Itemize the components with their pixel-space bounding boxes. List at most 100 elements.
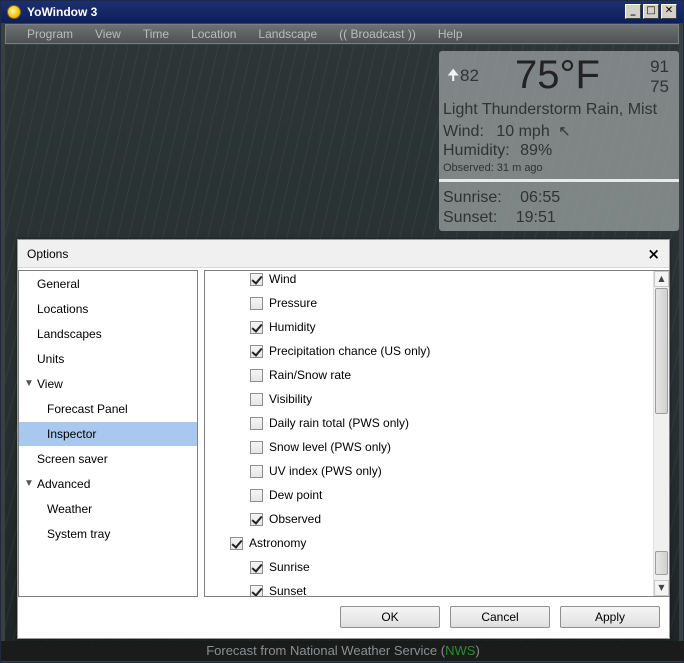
checkbox[interactable] [250, 368, 263, 382]
option-humidity[interactable]: Humidity [250, 317, 316, 337]
option-pressure[interactable]: Pressure [250, 293, 317, 313]
vertical-scrollbar[interactable]: ▲ ▼ [653, 271, 669, 596]
menu-time[interactable]: Time [143, 27, 169, 41]
option-rain-snow-rate[interactable]: Rain/Snow rate [250, 365, 351, 385]
option-label: Sunset [269, 584, 307, 597]
menu-broadcast[interactable]: (( Broadcast )) [339, 27, 416, 41]
weather-inspector-panel[interactable]: 🠉 82 75°F 91 75 Light Thunderstorm Rain,… [439, 51, 679, 231]
option-sunset[interactable]: Sunset [250, 581, 307, 597]
humidity-label: Humidity: [443, 142, 510, 159]
nav-item-label: System tray [47, 527, 111, 541]
option-observed[interactable]: Observed [250, 509, 321, 529]
maximize-button[interactable]: □ [643, 4, 659, 19]
scrollbar-thumb-lower[interactable] [655, 551, 668, 575]
option-dew-point[interactable]: Dew point [250, 485, 322, 505]
nav-item-weather[interactable]: Weather [19, 497, 197, 521]
option-label: Snow level (PWS only) [269, 440, 392, 454]
option-astronomy[interactable]: Astronomy [230, 533, 306, 553]
close-icon[interactable]: × [647, 245, 660, 263]
minimize-button[interactable]: _ [625, 4, 641, 19]
checkbox[interactable] [250, 560, 263, 574]
nav-item-units[interactable]: Units [19, 347, 197, 371]
nav-item-label: General [37, 277, 80, 291]
nav-item-label: View [37, 377, 63, 391]
scroll-up-icon[interactable]: ▲ [654, 271, 669, 287]
nav-item-label: Screen saver [37, 452, 108, 466]
forecast-source-suffix: ) [475, 643, 480, 658]
title-bar[interactable]: YoWindow 3 _ □ ✕ [1, 1, 683, 23]
wind-label: Wind: [443, 123, 484, 140]
option-label: Visibility [269, 392, 313, 406]
checkbox[interactable] [230, 536, 243, 550]
nav-item-inspector[interactable]: Inspector [19, 422, 197, 446]
nav-item-forecast-panel[interactable]: Forecast Panel [19, 397, 197, 421]
menu-program[interactable]: Program [27, 27, 73, 41]
checkbox[interactable] [250, 512, 263, 526]
nav-item-advanced[interactable]: ▼ Advanced [19, 472, 197, 496]
forecast-source-prefix: Forecast from National Weather Service ( [206, 643, 446, 658]
menu-view[interactable]: View [95, 27, 121, 41]
ok-button[interactable]: OK [340, 606, 440, 628]
nav-item-system-tray[interactable]: System tray [19, 522, 197, 546]
nav-item-view[interactable]: ▼ View [19, 372, 197, 396]
up-arrow-icon: 🠉 [447, 66, 460, 84]
option-label: Humidity [269, 320, 316, 334]
sunrise-row: Sunrise: 06:55 [443, 189, 560, 207]
options-dialog: Options × General Locations Landscapes Unit… [17, 239, 670, 639]
wind-value: 10 mph [496, 123, 550, 140]
scrollbar-thumb[interactable] [655, 288, 668, 414]
nav-item-screen-saver[interactable]: Screen saver [19, 447, 197, 471]
menu-landscape[interactable]: Landscape [258, 27, 317, 41]
option-label: Precipitation chance (US only) [269, 344, 431, 358]
expand-arrow-icon[interactable]: ▼ [24, 372, 34, 396]
low-temperature: 75 [650, 77, 669, 96]
checkbox[interactable] [250, 440, 263, 454]
weather-condition: Light Thunderstorm Rain, Mist [443, 101, 658, 118]
expand-arrow-icon[interactable]: ▼ [24, 472, 34, 496]
options-nav-tree: General Locations Landscapes Units ▼ View Fore… [18, 270, 198, 597]
option-label: Sunrise [269, 560, 310, 574]
checkbox[interactable] [250, 464, 263, 478]
nav-item-landscapes[interactable]: Landscapes [19, 322, 197, 346]
window-title: YoWindow 3 [27, 5, 98, 19]
apply-button[interactable]: Apply [560, 606, 660, 628]
sun-icon [7, 5, 21, 19]
scroll-down-icon[interactable]: ▼ [654, 580, 669, 596]
window-controls: _ □ ✕ [625, 4, 677, 19]
feels-like-temp: 82 [460, 66, 479, 85]
option-label: Wind [269, 272, 297, 286]
option-label: Astronomy [249, 536, 307, 550]
wind-row: Wind: 10 mph ↖ [443, 122, 571, 141]
nav-item-label: Landscapes [37, 327, 102, 341]
checkbox[interactable] [250, 416, 263, 430]
checkbox[interactable] [250, 488, 263, 502]
forecast-source-link[interactable]: NWS [445, 643, 475, 658]
panel-divider [439, 179, 679, 182]
option-daily-rain-total-pws-only[interactable]: Daily rain total (PWS only) [250, 413, 409, 433]
option-uv-index-pws-only[interactable]: UV index (PWS only) [250, 461, 382, 481]
menu-location[interactable]: Location [191, 27, 236, 41]
dialog-header[interactable]: Options × [18, 240, 669, 268]
sunset-label: Sunset: [443, 209, 498, 226]
checkbox[interactable] [250, 392, 263, 406]
option-wind[interactable]: Wind [250, 271, 297, 289]
nav-item-label: Locations [37, 302, 89, 316]
cancel-button[interactable]: Cancel [450, 606, 550, 628]
sunrise-label: Sunrise: [443, 189, 502, 206]
menu-help[interactable]: Help [438, 27, 463, 41]
close-window-button[interactable]: ✕ [661, 4, 677, 19]
nav-item-general[interactable]: General [19, 272, 197, 296]
checkbox[interactable] [250, 320, 263, 334]
option-sunrise[interactable]: Sunrise [250, 557, 310, 577]
checkbox[interactable] [250, 584, 263, 596]
checkbox[interactable] [250, 296, 263, 310]
nav-item-label: Forecast Panel [47, 402, 128, 416]
checkbox[interactable] [250, 344, 263, 358]
nav-item-locations[interactable]: Locations [19, 297, 197, 321]
option-snow-level-pws-only[interactable]: Snow level (PWS only) [250, 437, 391, 457]
option-visibility[interactable]: Visibility [250, 389, 312, 409]
sunset-row: Sunset: 19:51 [443, 209, 556, 227]
checkbox[interactable] [250, 272, 263, 286]
option-precipitation-chance-us-only[interactable]: Precipitation chance (US only) [250, 341, 430, 361]
humidity-value: 89% [520, 142, 553, 159]
